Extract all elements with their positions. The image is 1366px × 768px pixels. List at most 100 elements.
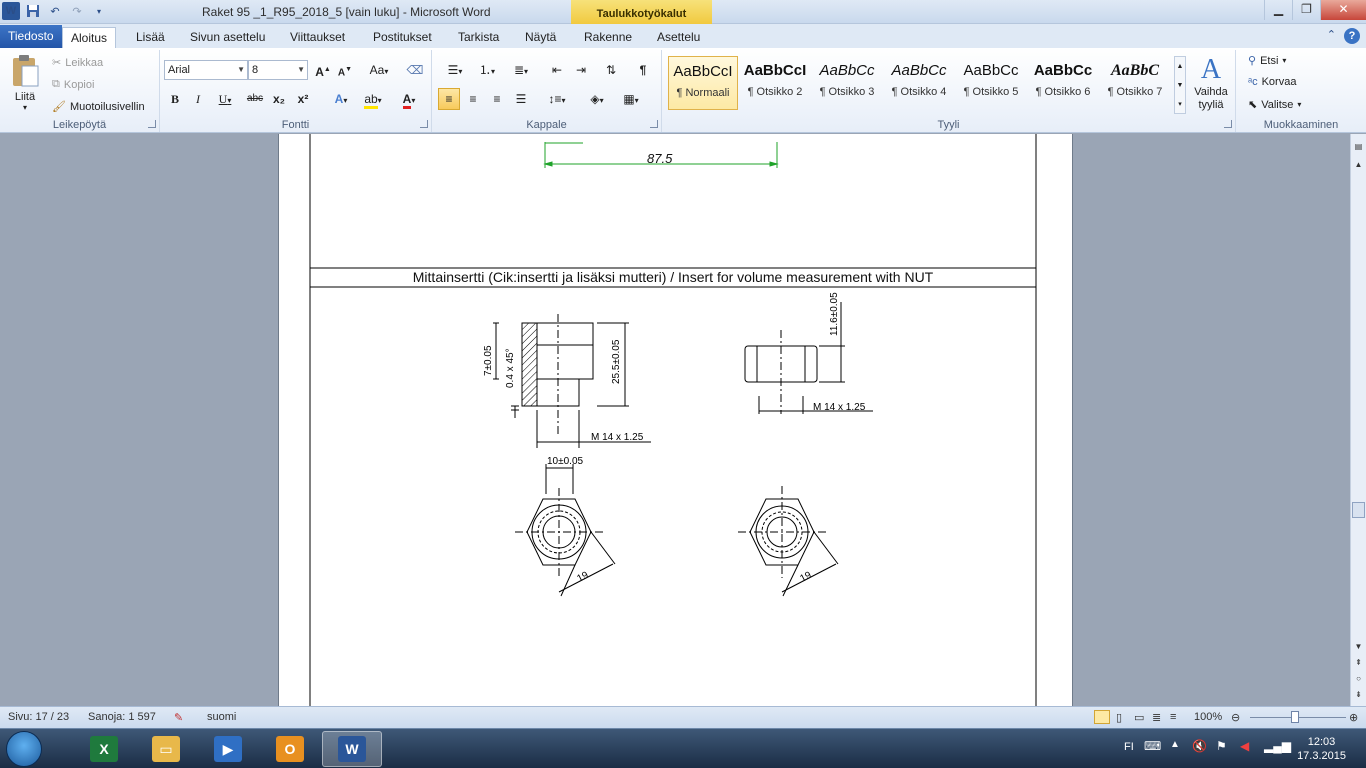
tab-insert[interactable]: Lisää bbox=[128, 27, 173, 48]
scroll-thumb[interactable] bbox=[1352, 502, 1365, 518]
find-button[interactable]: ⚲ Etsi ▾ bbox=[1248, 54, 1286, 68]
network-icon[interactable]: ▂▄▆ bbox=[1264, 739, 1291, 753]
numbering-button[interactable]: ⒈▾ bbox=[472, 59, 502, 81]
tab-home[interactable]: Aloitus bbox=[62, 27, 117, 48]
maximize-button[interactable]: ❐ bbox=[1292, 0, 1320, 20]
styles-gallery-scroll[interactable]: ▲ ▼ ▾ bbox=[1174, 56, 1186, 114]
bullets-button[interactable]: ☰▾ bbox=[440, 59, 470, 81]
speaker-icon[interactable]: ◀ bbox=[1240, 739, 1249, 753]
bold-button[interactable]: B bbox=[164, 88, 186, 110]
style-heading-2[interactable]: AaBbCcI ¶ Otsikko 2 bbox=[740, 56, 810, 110]
tab-design[interactable]: Rakenne bbox=[576, 27, 640, 48]
taskbar-excel[interactable]: X bbox=[74, 731, 134, 767]
proofing-icon[interactable]: ✎ bbox=[174, 711, 183, 724]
align-left-button[interactable]: ≡ bbox=[438, 88, 460, 110]
change-case-button[interactable]: Aa▾ bbox=[364, 59, 394, 81]
borders-button[interactable]: ▦▾ bbox=[616, 88, 646, 110]
taskbar-explorer[interactable]: ▭ bbox=[136, 731, 196, 767]
style-normal[interactable]: AaBbCcI ¶ Normaali bbox=[668, 56, 738, 110]
shrink-font-button[interactable]: A▼ bbox=[334, 59, 356, 81]
tab-layout[interactable]: Asettelu bbox=[649, 27, 708, 48]
clipboard-launcher-icon[interactable] bbox=[148, 120, 156, 128]
style-heading-6[interactable]: AaBbCc ¶ Otsikko 6 bbox=[1028, 56, 1098, 110]
replace-button[interactable]: ᵃc Korvaa bbox=[1248, 76, 1296, 88]
volume-muted-icon[interactable]: 🔇 bbox=[1192, 739, 1207, 753]
minimize-ribbon-icon[interactable]: ⌃ bbox=[1327, 28, 1336, 44]
tab-review[interactable]: Tarkista bbox=[450, 27, 507, 48]
styles-launcher-icon[interactable] bbox=[1224, 120, 1232, 128]
browse-object-icon[interactable]: ○ bbox=[1351, 674, 1366, 683]
clock[interactable]: 12:03 17.3.2015 bbox=[1297, 735, 1346, 763]
taskbar-outlook[interactable]: O bbox=[260, 731, 320, 767]
underline-button[interactable]: U▾ bbox=[210, 88, 240, 110]
subscript-button[interactable]: x₂ bbox=[268, 88, 290, 110]
redo-icon[interactable]: ↷ bbox=[68, 2, 86, 20]
keyboard-icon[interactable]: ⌨ bbox=[1144, 739, 1161, 753]
draft-view-icon[interactable]: ≡ bbox=[1170, 711, 1176, 723]
grow-font-button[interactable]: A▲ bbox=[312, 59, 334, 81]
style-heading-4[interactable]: AaBbCc ¶ Otsikko 4 bbox=[884, 56, 954, 110]
change-styles-button[interactable]: A Vaihda tyyliä bbox=[1190, 54, 1232, 112]
paragraph-launcher-icon[interactable] bbox=[650, 120, 658, 128]
tab-file[interactable]: Tiedosto bbox=[0, 25, 62, 48]
zoom-in-icon[interactable]: ⊕ bbox=[1349, 711, 1358, 724]
font-size-combo[interactable]: 8 ▼ bbox=[248, 60, 308, 80]
select-button[interactable]: ⬉ Valitse ▾ bbox=[1248, 98, 1301, 112]
zoom-level[interactable]: 100% bbox=[1194, 711, 1222, 723]
text-effects-button[interactable]: A▾ bbox=[326, 88, 356, 110]
page-count[interactable]: Sivu: 17 / 23 bbox=[8, 711, 69, 723]
tab-page-layout[interactable]: Sivun asettelu bbox=[182, 27, 273, 48]
outline-view-icon[interactable]: ≣ bbox=[1152, 711, 1161, 724]
close-button[interactable]: ✕ bbox=[1320, 0, 1366, 20]
increase-indent-button[interactable]: ⇥ bbox=[570, 59, 592, 81]
style-heading-3[interactable]: AaBbCc ¶ Otsikko 3 bbox=[812, 56, 882, 110]
language[interactable]: suomi bbox=[207, 711, 236, 723]
sort-button[interactable]: ⇅ bbox=[600, 59, 622, 81]
ruler-toggle-icon[interactable]: ▤ bbox=[1351, 142, 1366, 151]
show-hidden-icons-icon[interactable]: ▲ bbox=[1170, 739, 1180, 750]
show-formatting-button[interactable]: ¶ bbox=[632, 59, 654, 81]
paste-button[interactable]: Liitä ▾ bbox=[6, 54, 44, 112]
action-center-icon[interactable]: ⚑ bbox=[1216, 739, 1227, 753]
scroll-down-icon[interactable]: ▼ bbox=[1351, 642, 1366, 651]
clear-formatting-button[interactable]: ⌫ bbox=[404, 59, 426, 81]
help-icon[interactable]: ? bbox=[1344, 28, 1360, 44]
save-icon[interactable] bbox=[24, 2, 42, 20]
tab-view[interactable]: Näytä bbox=[517, 27, 564, 48]
font-name-combo[interactable]: Arial ▼ bbox=[164, 60, 248, 80]
next-page-icon[interactable]: ⇟ bbox=[1351, 690, 1366, 699]
decrease-indent-button[interactable]: ⇤ bbox=[546, 59, 568, 81]
undo-icon[interactable]: ↶ bbox=[46, 2, 64, 20]
word-app-icon[interactable]: W bbox=[2, 2, 20, 20]
zoom-out-icon[interactable]: ⊖ bbox=[1231, 711, 1240, 724]
line-spacing-button[interactable]: ↕≡▾ bbox=[542, 88, 572, 110]
superscript-button[interactable]: x² bbox=[292, 88, 314, 110]
italic-button[interactable]: I bbox=[187, 88, 209, 110]
font-launcher-icon[interactable] bbox=[420, 120, 428, 128]
document-page[interactable]: 7±0.05 0.4 x 45° 25.5±0.05 M 14 x 1.25 1… bbox=[278, 134, 1073, 706]
scroll-up-icon[interactable]: ▲ bbox=[1351, 160, 1366, 169]
style-heading-5[interactable]: AaBbCc ¶ Otsikko 5 bbox=[956, 56, 1026, 110]
format-painter-button[interactable]: 🖌 Muotoilusivellin bbox=[52, 100, 145, 114]
tab-references[interactable]: Viittaukset bbox=[282, 27, 353, 48]
word-count[interactable]: Sanoja: 1 597 bbox=[88, 711, 156, 723]
font-color-button[interactable]: A▾ bbox=[394, 88, 424, 110]
minimize-button[interactable]: ▁ bbox=[1264, 0, 1292, 20]
align-center-button[interactable]: ≡ bbox=[462, 88, 484, 110]
justify-button[interactable]: ☰ bbox=[510, 88, 532, 110]
shading-button[interactable]: ◈▾ bbox=[582, 88, 612, 110]
input-language[interactable]: FI bbox=[1124, 741, 1134, 753]
zoom-slider-knob[interactable] bbox=[1291, 711, 1299, 723]
customize-qat-icon[interactable]: ▾ bbox=[90, 2, 108, 20]
style-heading-7[interactable]: AaBbC ¶ Otsikko 7 bbox=[1100, 56, 1170, 110]
cut-button[interactable]: ✂ Leikkaa bbox=[52, 56, 103, 70]
taskbar-word[interactable]: W bbox=[322, 731, 382, 767]
copy-button[interactable]: ⧉ Kopioi bbox=[52, 78, 94, 91]
highlight-button[interactable]: ab▾ bbox=[358, 88, 388, 110]
tab-mailings[interactable]: Postitukset bbox=[365, 27, 440, 48]
taskbar-media-player[interactable]: ▶ bbox=[198, 731, 258, 767]
previous-page-icon[interactable]: ⇞ bbox=[1351, 658, 1366, 667]
align-right-button[interactable]: ≡ bbox=[486, 88, 508, 110]
strikethrough-button[interactable]: abc bbox=[244, 88, 266, 110]
multilevel-list-button[interactable]: ≣▾ bbox=[506, 59, 536, 81]
